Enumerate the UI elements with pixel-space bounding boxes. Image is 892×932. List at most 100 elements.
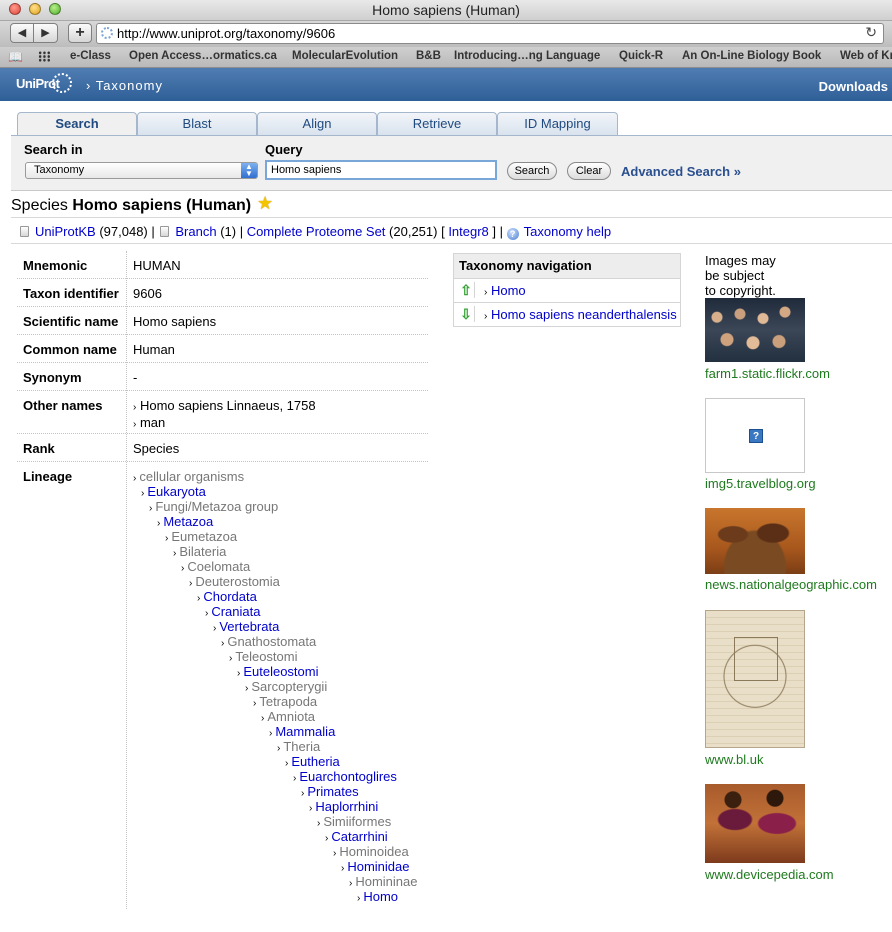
bookmark-molecular-evolution[interactable]: MolecularEvolution	[292, 50, 398, 62]
add-bookmark-button[interactable]: +	[68, 23, 92, 43]
image-thumbnail-children[interactable]	[705, 508, 805, 574]
table-row: Scientific name Homo sapiens	[17, 307, 428, 335]
image-thumbnail-people[interactable]	[705, 784, 805, 863]
uniprotkb-link[interactable]: UniProtKB	[35, 224, 96, 239]
bookmark-quick-r[interactable]: Quick-R	[619, 50, 663, 62]
taxon-info-table: Mnemonic HUMAN Taxon identifier 9606 Sci…	[17, 251, 428, 932]
scientific-name-value: Homo sapiens	[133, 314, 217, 329]
branch-link[interactable]: Branch	[175, 224, 216, 239]
images-note-line: Images may	[705, 253, 776, 268]
query-input[interactable]: Homo sapiens	[265, 160, 497, 180]
lineage-item-label: cellular organisms	[139, 469, 245, 484]
lineage-item-label[interactable]: Catarrhini	[331, 829, 387, 844]
chevron-right-icon: ›	[245, 683, 249, 694]
chevron-right-icon: ›	[325, 833, 329, 844]
chevron-right-icon: ›	[221, 638, 225, 649]
arrow-down-icon[interactable]: ⇩	[458, 306, 475, 322]
advanced-search-link[interactable]: Advanced Search »	[621, 164, 741, 179]
lineage-item-label: Bilateria	[179, 544, 227, 559]
links-bar: UniProtKB (97,048) | Branch (1) | Comple…	[11, 217, 892, 244]
lineage-item-label[interactable]: Haplorrhini	[315, 799, 378, 814]
chevron-right-icon: ›	[213, 623, 217, 634]
lineage-item-label[interactable]: Eukaryota	[147, 484, 206, 499]
bookmark-biology-book[interactable]: An On-Line Biology Book	[682, 50, 821, 62]
branch-count: (1)	[220, 224, 237, 239]
image-source-link[interactable]: www.devicepedia.com	[705, 867, 834, 882]
lineage-item-label[interactable]: Mammalia	[275, 724, 335, 739]
image-source-link[interactable]: news.nationalgeographic.com	[705, 577, 877, 592]
lineage-item-label[interactable]: Craniata	[211, 604, 260, 619]
lineage-item-label[interactable]: Metazoa	[163, 514, 213, 529]
lineage-item-label[interactable]: Vertebrata	[219, 619, 279, 634]
url-text[interactable]: http://www.uniprot.org/taxonomy/9606	[117, 26, 335, 41]
loading-icon	[101, 27, 113, 39]
lineage-item-label[interactable]: Hominidae	[347, 859, 409, 874]
chevron-right-icon: ›	[253, 698, 257, 709]
table-row: Taxon identifier 9606	[17, 279, 428, 307]
image-thumbnail-vitruvian-man[interactable]	[705, 610, 805, 748]
document-icon	[20, 226, 29, 237]
complete-proteome-link[interactable]: Complete Proteome Set	[247, 224, 386, 239]
chevron-right-icon: ›	[261, 713, 265, 724]
tab-blast[interactable]: Blast	[137, 112, 257, 135]
images-note-line: be subject	[705, 268, 765, 283]
table-row: Lineage › cellular organisms › Eukaryota › Fu…	[17, 462, 428, 932]
lineage-item-label[interactable]: Euarchontoglires	[299, 769, 397, 784]
database-select[interactable]: Taxonomy ▲ ▼	[25, 162, 258, 179]
bookmark-web-of-knowledge[interactable]: Web of Kn	[840, 50, 892, 62]
arrow-up-icon[interactable]: ⇧	[458, 282, 475, 298]
lineage-item-label[interactable]: Eutheria	[291, 754, 339, 769]
taxonomy-navigation-title: Taxonomy navigation	[454, 254, 680, 279]
star-icon[interactable]: ★	[257, 193, 273, 214]
page-title: Species Homo sapiens (Human)	[11, 197, 251, 215]
forward-button[interactable]: ▶	[34, 23, 58, 43]
image-thumbnail-broken[interactable]: ?	[705, 398, 805, 473]
image-source-link[interactable]: farm1.static.flickr.com	[705, 366, 830, 381]
table-divider	[126, 251, 127, 909]
lineage-item-label[interactable]: Primates	[307, 784, 358, 799]
chevron-right-icon: ›	[484, 311, 488, 322]
reload-icon[interactable]: ↻	[865, 24, 877, 41]
integr8-link[interactable]: Integr8	[448, 224, 488, 239]
chevron-right-icon: ›	[149, 503, 153, 514]
bookmark-open-access[interactable]: Open Access…ormatics.ca	[129, 50, 277, 62]
top-sites-grid-icon[interactable]	[38, 51, 51, 62]
tab-align[interactable]: Align	[257, 112, 377, 135]
lineage-item-label[interactable]: Chordata	[203, 589, 256, 604]
other-name-item: Homo sapiens Linnaeus, 1758	[139, 398, 316, 413]
taxon-id-value: 9606	[133, 286, 162, 301]
back-button[interactable]: ◀	[10, 23, 34, 43]
bookmarks-book-icon[interactable]: 📖	[8, 50, 23, 64]
chevron-right-icon: ›	[317, 818, 321, 829]
parent-taxon-link[interactable]: Homo	[491, 283, 526, 298]
lineage-item-label: Simiiformes	[323, 814, 392, 829]
tab-id-mapping[interactable]: ID Mapping	[497, 112, 618, 135]
taxon-id-label: Taxon identifier	[23, 286, 119, 301]
image-source-link[interactable]: img5.travelblog.org	[705, 476, 816, 491]
tab-search[interactable]: Search	[17, 112, 137, 136]
taxonomy-help-link[interactable]: Taxonomy help	[524, 224, 611, 239]
bookmark-bb[interactable]: B&B	[416, 50, 441, 62]
url-bar[interactable]: http://www.uniprot.org/taxonomy/9606 ↻	[96, 23, 884, 44]
downloads-link[interactable]: Downloads	[819, 79, 888, 94]
chevron-right-icon: ›	[189, 578, 193, 589]
table-row: Common name Human	[17, 335, 428, 363]
lineage-item-label[interactable]: Euteleostomi	[243, 664, 318, 679]
bookmark-introducing[interactable]: Introducing…ng Language	[454, 50, 600, 62]
search-form: Search in Query Taxonomy ▲ ▼ Homo sapiens…	[11, 135, 892, 191]
image-source-link[interactable]: www.bl.uk	[705, 752, 764, 767]
lineage-item-label[interactable]: Homo	[363, 889, 398, 904]
search-button[interactable]: Search	[507, 162, 557, 180]
database-select-value: Taxonomy	[34, 164, 85, 176]
lineage-item[interactable]: › Homo	[357, 889, 398, 906]
child-taxon-link[interactable]: Homo sapiens neanderthalensis	[491, 307, 677, 322]
common-name-value: Human	[133, 342, 175, 357]
clear-button[interactable]: Clear	[567, 162, 611, 180]
search-panel: Search Blast Align Retrieve ID Mapping S…	[11, 101, 892, 191]
chevron-right-icon: ›	[229, 653, 233, 664]
tab-retrieve[interactable]: Retrieve	[377, 112, 497, 135]
rank-value: Species	[133, 441, 180, 456]
chevron-right-icon: ›	[349, 878, 353, 889]
bookmark-eclass[interactable]: e-Class	[70, 50, 111, 62]
image-thumbnail-crowd[interactable]	[705, 298, 805, 362]
